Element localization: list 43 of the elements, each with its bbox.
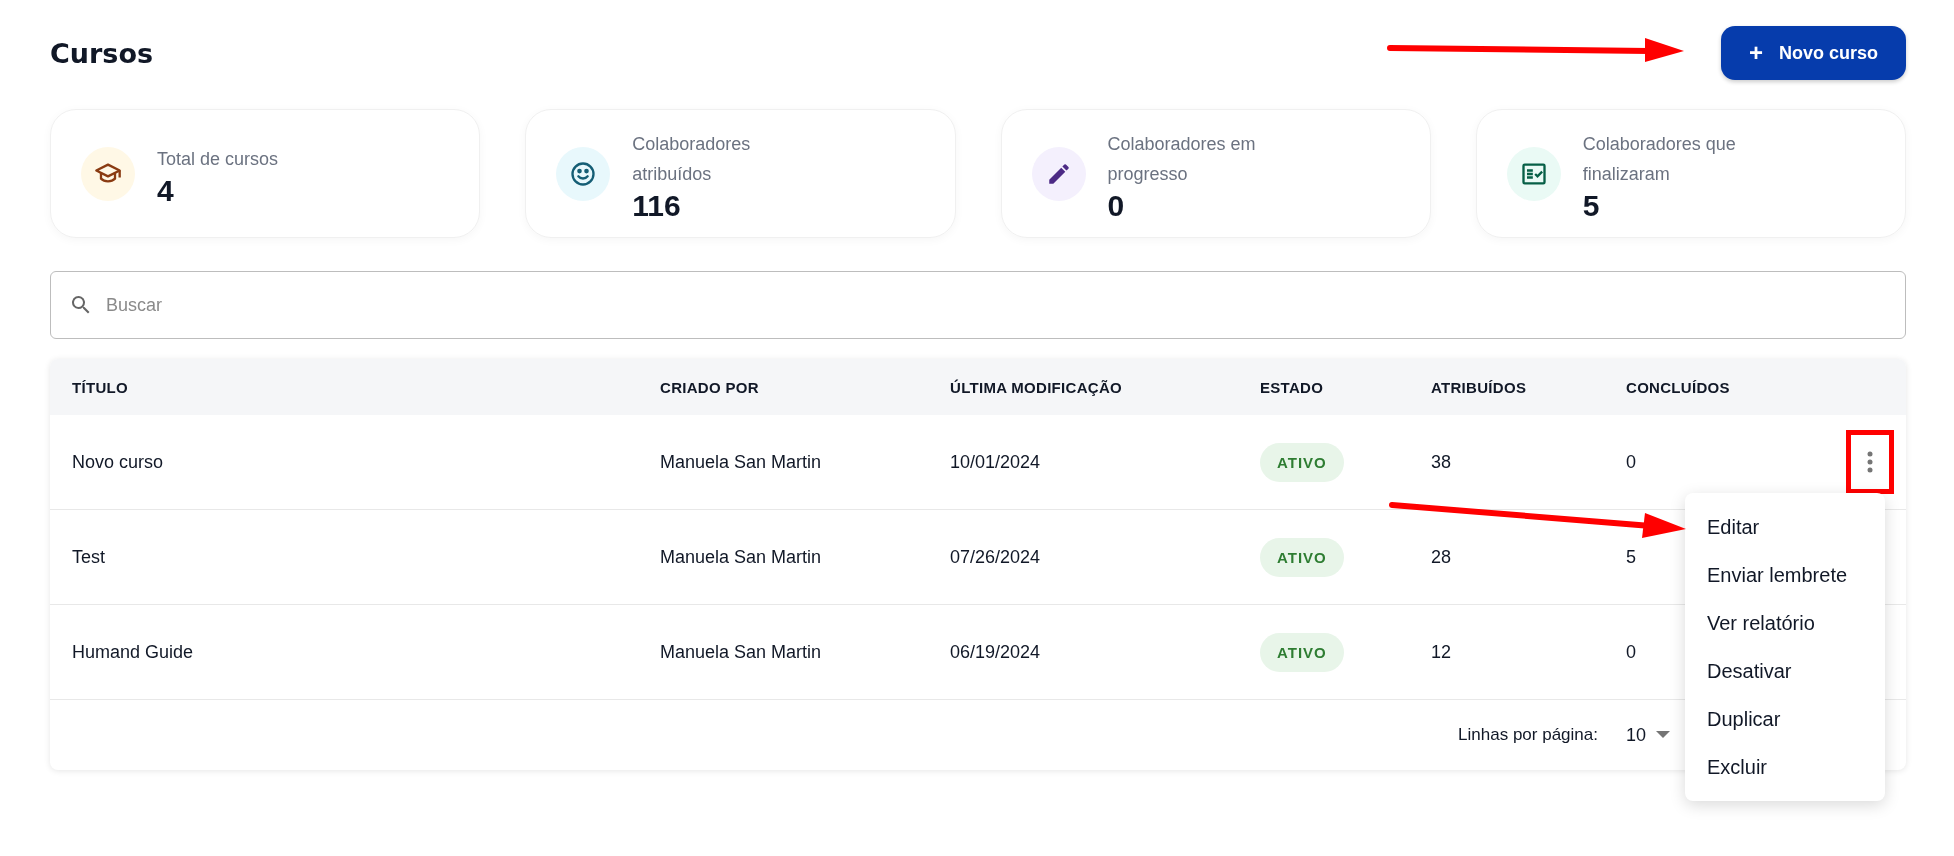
table-cell-text: 5 [1625, 546, 1637, 568]
stat-value: 116 [632, 188, 682, 223]
table-cell-text: 06/19/2024 [949, 641, 1042, 663]
table-cell-text: 12 [1430, 641, 1453, 663]
status-badge: ATIVO [1260, 537, 1344, 577]
search-field[interactable]: Buscar [50, 271, 1906, 339]
table-cell-text: Novo curso [71, 451, 165, 473]
rows-per-page-label: Linhas por página: [1458, 725, 1598, 745]
smiley-icon [569, 159, 598, 188]
table-cell-text: Test [71, 546, 106, 568]
page-title: Cursos [50, 37, 154, 69]
table-cell-text: 07/26/2024 [949, 546, 1042, 568]
table-cell-text: 0 [1625, 451, 1637, 473]
table-cell-text: 10/01/2024 [949, 451, 1042, 473]
menu-item[interactable]: Desativar [1685, 647, 1885, 695]
menu-item[interactable]: Excluir [1685, 743, 1885, 791]
menu-item[interactable]: Enviar lembrete [1685, 551, 1885, 599]
column-header: CONCLUÍDOS [1625, 378, 1731, 396]
table-cell-text: Manuela San Martin [659, 451, 823, 473]
new-course-button[interactable]: + Novo curso [1720, 26, 1906, 80]
dropdown-caret-icon [1656, 731, 1670, 739]
stat-label: Colaboradores atribuídos [632, 132, 752, 186]
column-header: TÍTULO [71, 378, 129, 396]
column-header: CRIADO POR [659, 378, 760, 396]
column-header: ATRIBUÍDOS [1430, 378, 1528, 396]
stat-value: 4 [157, 173, 175, 208]
column-header: ESTADO [1259, 378, 1325, 396]
status-badge: ATIVO [1260, 632, 1344, 672]
table-cell-text: Manuela San Martin [659, 546, 823, 568]
status-badge: ATIVO [1260, 442, 1344, 482]
stat-label: Total de cursos [157, 147, 279, 171]
stat-value: 0 [1107, 188, 1126, 223]
table-cell-text: 28 [1430, 546, 1453, 568]
table-cell-text: Manuela San Martin [659, 641, 823, 663]
rows-per-page-select[interactable]: 10 [1619, 723, 1676, 747]
column-header: ÚLTIMA MODIFICAÇÃO [949, 378, 1124, 396]
table-cell-text: 38 [1430, 451, 1453, 473]
stat-label: Colaboradores que finalizaram [1582, 132, 1737, 186]
vertical-dots-icon [1867, 451, 1873, 473]
stat-label: Colaboradores em progresso [1107, 132, 1257, 186]
table-cell-text: Humand Guide [71, 641, 195, 663]
stat-value: 5 [1582, 188, 1601, 223]
table-cell-text: 0 [1625, 641, 1637, 663]
